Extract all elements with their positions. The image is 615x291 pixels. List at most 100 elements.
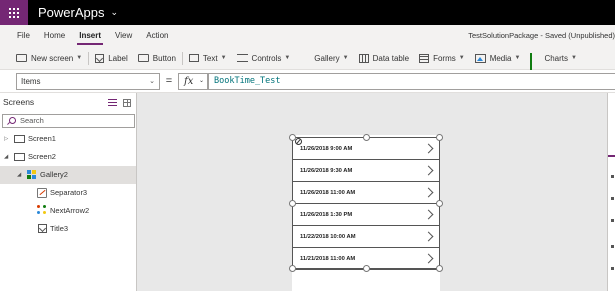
chevron-down-icon: ⌄ bbox=[198, 78, 204, 84]
tree-item-label: Screen1 bbox=[28, 134, 56, 143]
panel-marker bbox=[611, 245, 614, 248]
label-icon bbox=[95, 53, 105, 63]
list-view-icon[interactable] bbox=[108, 99, 117, 106]
fx-icon: fx bbox=[184, 76, 194, 87]
media-button[interactable]: Media ▼ bbox=[470, 47, 526, 70]
gallery-icon bbox=[300, 53, 310, 63]
tree-item-label: Separator3 bbox=[50, 188, 88, 197]
charts-button[interactable]: Charts ▼ bbox=[525, 47, 582, 74]
new-screen-button[interactable]: New screen ▼ bbox=[0, 47, 87, 70]
button-button[interactable]: Button bbox=[133, 47, 181, 70]
resize-handle[interactable] bbox=[289, 200, 296, 207]
controls-label: Controls bbox=[251, 53, 282, 63]
controls-button[interactable]: Controls ▼ bbox=[232, 47, 296, 70]
insert-ribbon: New screen ▼ Label Button Text ▼ Control… bbox=[0, 47, 615, 74]
tree-item-label: Screen2 bbox=[28, 152, 56, 161]
tree-item-screen2[interactable]: ◢ Screen2 bbox=[0, 148, 136, 166]
app-launcher-button[interactable] bbox=[0, 0, 28, 25]
chevron-down-icon[interactable]: ⌄ bbox=[110, 7, 118, 18]
menu-action[interactable]: Action bbox=[144, 25, 170, 47]
resize-handle[interactable] bbox=[436, 200, 443, 207]
icon-control-icon bbox=[37, 205, 48, 216]
property-value: Items bbox=[21, 77, 41, 86]
gallery-icon bbox=[27, 170, 36, 179]
controls-icon bbox=[236, 54, 248, 62]
tree-view-panel: Screens Search ▷ Screen1 ◢ Screen2 ◢ Gal… bbox=[0, 93, 137, 291]
panel-title: Screens bbox=[3, 97, 35, 107]
forms-label: Forms bbox=[433, 53, 456, 63]
text-button[interactable]: Text ▼ bbox=[184, 47, 232, 70]
thumbnail-view-icon[interactable] bbox=[123, 98, 131, 107]
screen-icon bbox=[14, 153, 25, 161]
separator-icon bbox=[37, 188, 47, 198]
panel-header: Screens bbox=[0, 93, 137, 112]
tree-item-title3[interactable]: Title3 bbox=[0, 220, 136, 238]
resize-handle[interactable] bbox=[363, 265, 370, 272]
new-screen-label: New screen bbox=[31, 53, 74, 63]
tree-item-label: Gallery2 bbox=[40, 170, 68, 179]
resize-handle[interactable] bbox=[363, 134, 370, 141]
title-bar: PowerApps ⌄ bbox=[0, 0, 615, 25]
chevron-down-icon: ▼ bbox=[458, 55, 465, 61]
chevron-down-icon: ⌄ bbox=[149, 78, 155, 85]
media-label: Media bbox=[489, 53, 512, 63]
tree-item-label: Title3 bbox=[50, 224, 69, 233]
chevron-down-icon: ▼ bbox=[220, 55, 227, 61]
chevron-down-icon: ▼ bbox=[342, 55, 349, 61]
chevron-down-icon: ▼ bbox=[76, 55, 83, 61]
collapse-icon[interactable]: ◢ bbox=[4, 148, 8, 166]
chart-icon bbox=[530, 53, 540, 74]
data-table-button[interactable]: Data table bbox=[354, 47, 414, 70]
chevron-down-icon: ▼ bbox=[514, 55, 521, 61]
panel-marker bbox=[611, 267, 614, 270]
forms-button[interactable]: Forms ▼ bbox=[414, 47, 470, 70]
text-input-icon bbox=[188, 54, 199, 62]
expand-icon[interactable]: ▷ bbox=[4, 130, 8, 148]
resize-handle[interactable] bbox=[436, 265, 443, 272]
menu-bar: File Home Insert View Action TestSolutio… bbox=[0, 25, 615, 47]
formula-input[interactable]: BookTime_Test bbox=[208, 73, 615, 90]
label-label: Label bbox=[108, 53, 128, 63]
collapse-icon[interactable]: ◢ bbox=[17, 166, 21, 184]
selected-tab-indicator bbox=[608, 155, 615, 157]
button-label: Button bbox=[152, 53, 176, 63]
property-dropdown[interactable]: Items ⌄ bbox=[16, 73, 160, 90]
menu-view[interactable]: View bbox=[113, 25, 134, 47]
media-icon bbox=[474, 53, 486, 63]
properties-panel bbox=[607, 93, 615, 291]
tree-item-separator3[interactable]: Separator3 bbox=[0, 184, 136, 202]
gallery-button[interactable]: Gallery ▼ bbox=[295, 47, 353, 70]
search-icon bbox=[7, 117, 16, 125]
tree-item-screen1[interactable]: ▷ Screen1 bbox=[0, 130, 136, 148]
menu-home[interactable]: Home bbox=[42, 25, 67, 47]
text-label: Text bbox=[202, 53, 218, 63]
tree-item-gallery2[interactable]: ◢ Gallery2 bbox=[0, 166, 136, 184]
function-button[interactable]: fx ⌄ bbox=[178, 73, 208, 90]
equals-sign: = bbox=[165, 75, 173, 87]
powerapps-studio: PowerApps ⌄ File Home Insert View Action… bbox=[0, 0, 615, 291]
data-table-icon bbox=[358, 53, 369, 63]
search-input[interactable]: Search bbox=[2, 114, 135, 128]
panel-marker bbox=[611, 219, 614, 222]
resize-handle[interactable] bbox=[289, 265, 296, 272]
search-placeholder: Search bbox=[20, 116, 44, 125]
design-canvas[interactable]: 11/26/2018 9:00 AM 11/26/2018 9:30 AM 11… bbox=[137, 93, 607, 291]
button-icon bbox=[137, 54, 149, 62]
divider bbox=[88, 51, 90, 65]
screen-icon bbox=[16, 54, 27, 62]
menu-file[interactable]: File bbox=[15, 25, 32, 47]
package-status: TestSolutionPackage - Saved (Unpublished… bbox=[468, 31, 615, 40]
app-title[interactable]: PowerApps bbox=[38, 5, 104, 20]
edit-gallery-icon[interactable] bbox=[295, 138, 302, 145]
forms-icon bbox=[419, 53, 430, 63]
menu-insert[interactable]: Insert bbox=[77, 25, 103, 47]
resize-handle[interactable] bbox=[436, 134, 443, 141]
formula-bar: Items ⌄ = fx ⌄ BookTime_Test bbox=[0, 70, 615, 93]
gallery-selection-frame bbox=[292, 137, 440, 269]
charts-label: Charts bbox=[544, 53, 568, 63]
label-icon bbox=[38, 224, 47, 233]
tree-item-nextarrow2[interactable]: NextArrow2 bbox=[0, 202, 136, 220]
waffle-icon bbox=[9, 7, 19, 18]
label-button[interactable]: Label bbox=[90, 47, 133, 70]
panel-marker bbox=[611, 197, 614, 200]
